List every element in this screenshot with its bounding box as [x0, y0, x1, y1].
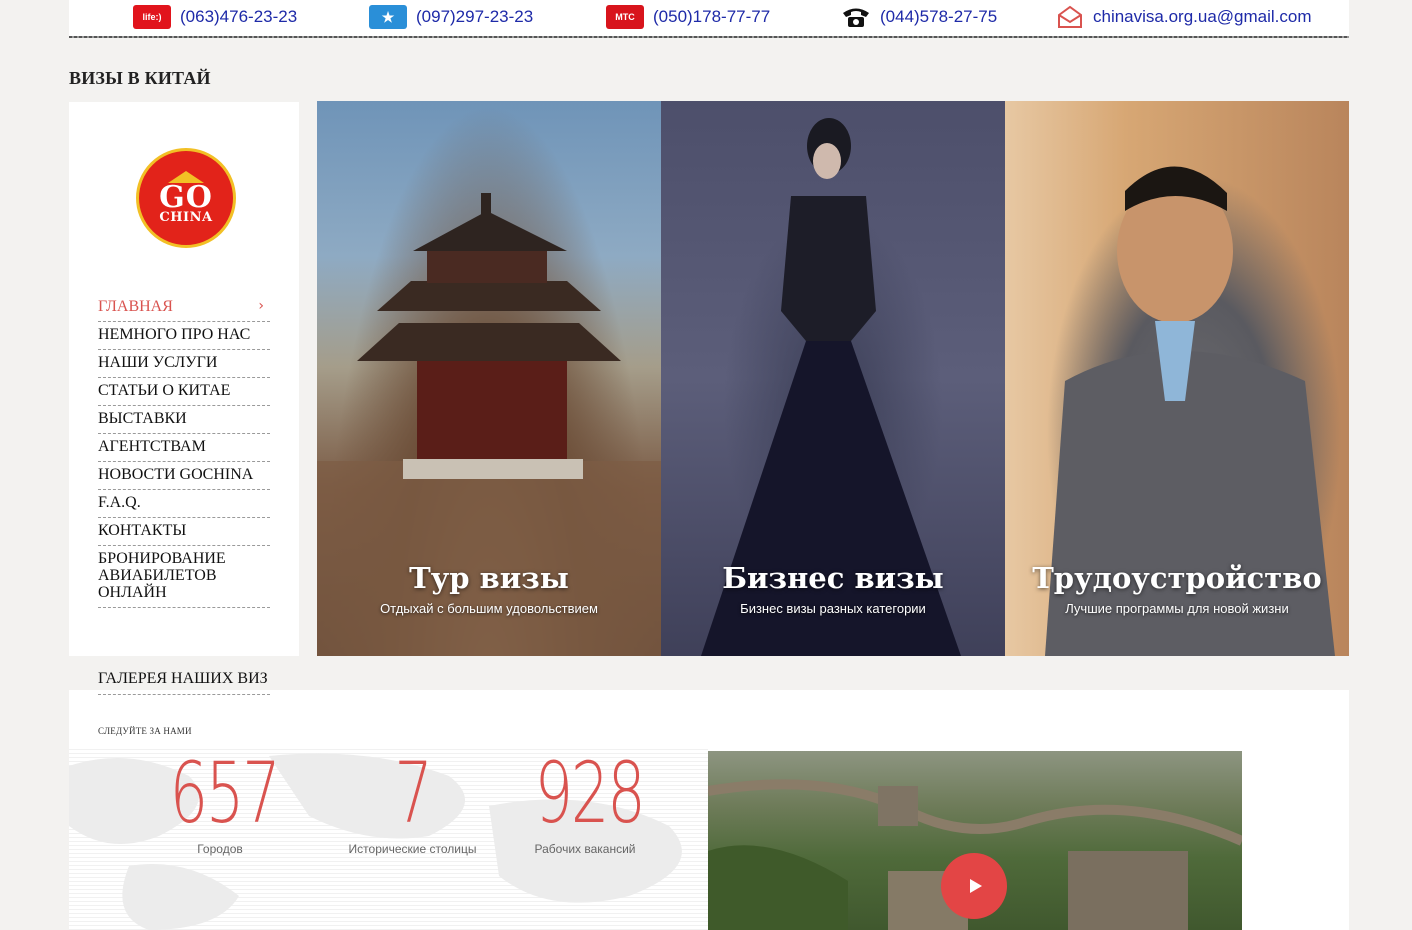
nav-item-about[interactable]: НЕМНОГО ПРО НАС — [98, 322, 270, 350]
nav-item-label: НАШИ УСЛУГИ — [98, 354, 218, 371]
logo-text-bottom: CHINA — [159, 210, 213, 225]
play-button[interactable] — [941, 853, 1007, 919]
play-icon — [969, 879, 982, 893]
gochina-logo[interactable]: GO CHINA — [136, 148, 236, 248]
panel-title: Бизнес визы — [722, 561, 944, 595]
contact-phone-landline: (044)578-27-75 — [880, 7, 998, 26]
contact-kyivstar[interactable]: ★ (097)297-23-23 — [369, 4, 533, 30]
contact-email-address: chinavisa.org.ua@gmail.com — [1093, 7, 1312, 26]
follow-us-label: СЛЕДУЙТЕ ЗА НАМИ — [98, 726, 192, 736]
nav-item-news[interactable]: НОВОСТИ GOCHINA — [98, 462, 270, 490]
stat-vacancies: 928 Рабочих вакансий — [515, 748, 655, 856]
stat-label: Исторические столицы — [348, 842, 477, 856]
stat-value: 928 — [534, 744, 646, 842]
nav-item-agencies[interactable]: АГЕНТСТВАМ — [98, 434, 270, 462]
telephone-icon — [841, 6, 871, 28]
nav-item-flights[interactable]: БРОНИРОВАНИЕ АВИАБИЛЕТОВ ОНЛАЙН — [98, 546, 270, 608]
logo-text-top: GO — [159, 180, 213, 215]
envelope-icon — [1056, 5, 1084, 29]
contact-phone-life: (063)476-23-23 — [180, 7, 298, 26]
mts-operator-icon: МТС — [606, 5, 644, 29]
stat-capitals: 7 Исторические столицы — [335, 748, 490, 856]
panel-business-visa[interactable]: Бизнес визы Бизнес визы разных категории — [661, 101, 1005, 656]
nav-item-label: КОНТАКТЫ — [98, 522, 187, 539]
nav-item-label: АГЕНТСТВАМ — [98, 438, 206, 455]
nav-item-gallery[interactable]: ГАЛЕРЕЯ НАШИХ ВИЗ — [98, 670, 270, 695]
main-nav: ГЛАВНАЯ › НЕМНОГО ПРО НАС НАШИ УСЛУГИ СТ… — [98, 294, 270, 608]
panel-subtitle: Лучшие программы для новой жизни — [1065, 601, 1289, 616]
contact-life[interactable]: life:) (063)476-23-23 — [133, 4, 297, 30]
nav-item-faq[interactable]: F.A.Q. — [98, 490, 270, 518]
contact-mts[interactable]: МТС (050)178-77-77 — [606, 4, 770, 30]
contact-email[interactable]: chinavisa.org.ua@gmail.com — [1056, 4, 1312, 30]
stat-label: Рабочих вакансий — [534, 842, 636, 856]
contact-bar-divider — [69, 36, 1349, 38]
nav-item-services[interactable]: НАШИ УСЛУГИ — [98, 350, 270, 378]
nav-item-label: БРОНИРОВАНИЕ АВИАБИЛЕТОВ ОНЛАЙН — [98, 550, 226, 601]
kyivstar-operator-icon: ★ — [369, 5, 407, 29]
panel-subtitle: Отдыхай с большим удовольствием — [380, 601, 598, 616]
panel-tour-visa[interactable]: Тур визы Отдыхай с большим удовольствием — [317, 101, 661, 656]
nav-item-label: F.A.Q. — [98, 494, 141, 511]
nav-item-contacts[interactable]: КОНТАКТЫ — [98, 518, 270, 546]
nav-item-label: СТАТЬИ О КИТАЕ — [98, 382, 231, 399]
page-title: ВИЗЫ В КИТАЙ — [69, 68, 211, 88]
panel-title: Тур визы — [409, 561, 569, 595]
stat-label: Городов — [197, 842, 243, 856]
nav-item-exhibitions[interactable]: ВЫСТАВКИ — [98, 406, 270, 434]
nav-item-label: ГЛАВНАЯ — [98, 298, 173, 315]
panel-subtitle: Бизнес визы разных категории — [740, 601, 926, 616]
hero-panels: Тур визы Отдыхай с большим удовольствием… — [317, 101, 1349, 656]
nav-item-label: НОВОСТИ GOCHINA — [98, 466, 254, 483]
panel-title: Трудоустройство — [1032, 561, 1322, 595]
nav-item-articles[interactable]: СТАТЬИ О КИТАЕ — [98, 378, 270, 406]
contact-phone-kyivstar: (097)297-23-23 — [416, 7, 534, 26]
stat-value: 657 — [169, 744, 281, 842]
life-operator-icon: life:) — [133, 5, 171, 29]
chevron-right-icon: › — [258, 298, 264, 314]
nav-item-label: НЕМНОГО ПРО НАС — [98, 326, 251, 343]
stat-cities: 657 Городов — [150, 748, 290, 856]
stat-value: 7 — [394, 744, 432, 842]
contact-landline[interactable]: (044)578-27-75 — [841, 4, 997, 30]
panel-employment[interactable]: Трудоустройство Лучшие программы для нов… — [1005, 101, 1349, 656]
contact-phone-mts: (050)178-77-77 — [653, 7, 771, 26]
nav-item-label: ВЫСТАВКИ — [98, 410, 187, 427]
nav-item-home[interactable]: ГЛАВНАЯ › — [98, 294, 270, 322]
